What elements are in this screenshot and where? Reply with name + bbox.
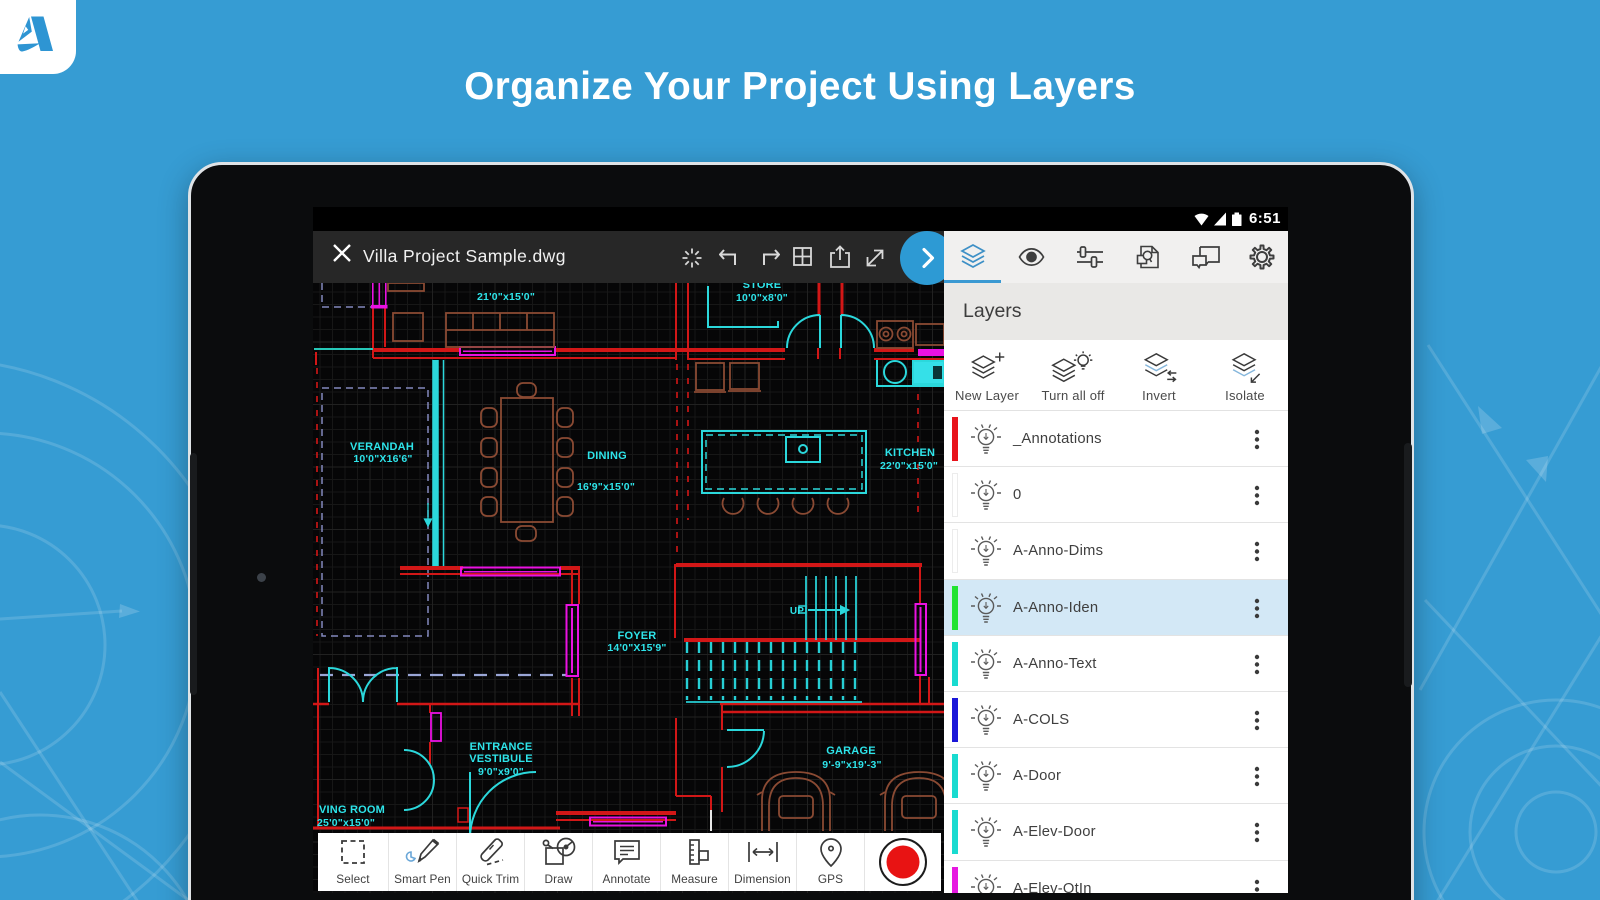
svg-text:14'0"X15'9": 14'0"X15'9" — [607, 642, 666, 654]
svg-text:VESTIBULE: VESTIBULE — [469, 753, 533, 765]
svg-text:VERANDAH: VERANDAH — [350, 441, 414, 453]
svg-text:KITCHEN: KITCHEN — [885, 447, 935, 459]
svg-text:9'0"x9'0": 9'0"x9'0" — [478, 766, 524, 778]
svg-text:9'-9"x19'-3": 9'-9"x19'-3" — [822, 759, 881, 771]
svg-text:DINING: DINING — [587, 450, 627, 462]
svg-text:21'0"x15'0": 21'0"x15'0" — [477, 291, 535, 303]
svg-text:UP: UP — [790, 606, 804, 617]
svg-text:GARAGE: GARAGE — [826, 745, 875, 757]
svg-text:16'9"x15'0": 16'9"x15'0" — [577, 481, 635, 493]
svg-text:22'0"x15'0": 22'0"x15'0" — [880, 460, 938, 472]
svg-text:ENTRANCE: ENTRANCE — [470, 741, 533, 753]
svg-text:25'0"x15'0": 25'0"x15'0" — [317, 817, 375, 829]
svg-text:10'0"x8'0": 10'0"x8'0" — [736, 292, 788, 304]
svg-text:10'0"X16'6": 10'0"X16'6" — [353, 453, 412, 465]
svg-text:FOYER: FOYER — [618, 630, 657, 642]
svg-text:STORE: STORE — [743, 283, 782, 291]
svg-text:VING ROOM: VING ROOM — [319, 804, 385, 816]
